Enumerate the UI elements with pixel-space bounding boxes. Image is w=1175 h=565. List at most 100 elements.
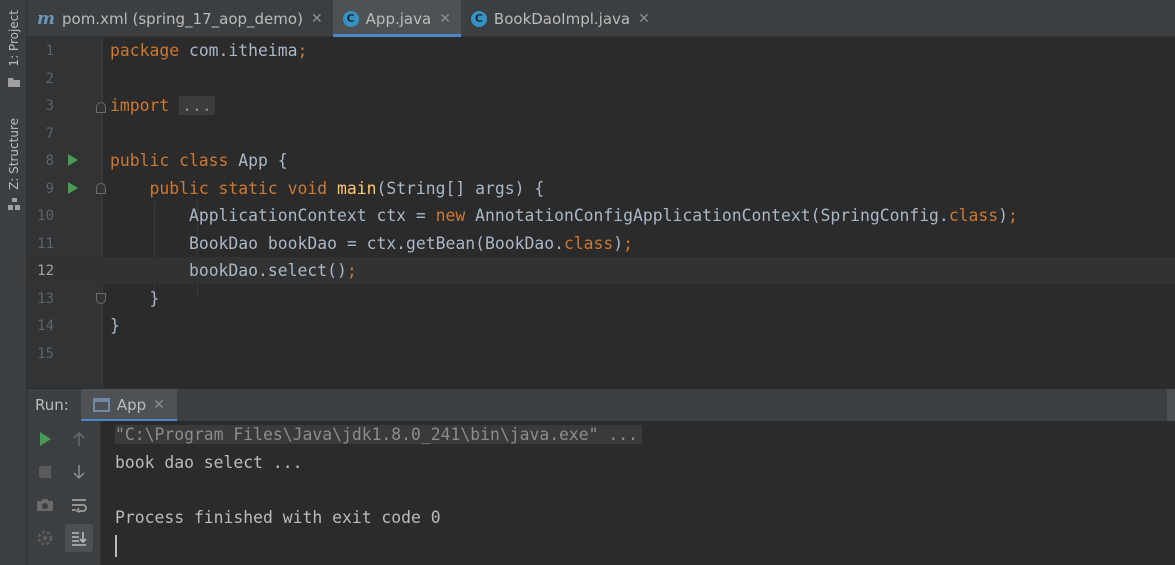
tab-app-java[interactable]: C App.java ✕ — [332, 0, 462, 37]
run-panel-header: Run: App ✕ — [27, 388, 1175, 422]
run-gutter-icon[interactable] — [68, 182, 78, 194]
code-token: import — [110, 96, 170, 115]
folder-icon — [7, 73, 21, 92]
code-token: package — [110, 41, 180, 60]
rerun-button[interactable] — [31, 425, 59, 453]
stop-button[interactable] — [31, 458, 59, 486]
scrollbar[interactable] — [1167, 389, 1175, 422]
code-line: 1 package com.itheima; — [27, 37, 1175, 64]
line-number: 2 — [45, 70, 54, 87]
line-number: 15 — [37, 345, 54, 362]
code-token: ; — [297, 41, 308, 60]
code-token: App { — [228, 151, 288, 170]
fold-icon[interactable] — [96, 183, 106, 194]
structure-tool-label: Z: Structure — [6, 118, 21, 190]
code-token: public static void — [149, 179, 328, 198]
code-line: 9 public static void main(String[] args)… — [27, 175, 1175, 202]
code-line: 15 — [27, 340, 1175, 367]
fold-icon[interactable] — [96, 293, 106, 304]
run-tab-app[interactable]: App ✕ — [80, 388, 177, 422]
code-token: ) — [613, 234, 624, 253]
code-editor[interactable]: 1 package com.itheima; 2 3 import ... 7 … — [27, 37, 1175, 388]
tab-label: App.java — [365, 9, 432, 28]
code-token: } — [110, 316, 120, 335]
soft-wrap-icon — [72, 499, 87, 513]
line-number: 7 — [45, 125, 54, 142]
code-token: ApplicationContext ctx = — [188, 206, 436, 225]
console-output[interactable]: "C:\Program Files\Java\jdk1.8.0_241\bin\… — [101, 421, 1175, 565]
project-tool-tab[interactable]: 1: Project — [0, 10, 27, 92]
code-line: 3 import ... — [27, 92, 1175, 119]
tab-label: pom.xml (spring_17_aop_demo) — [62, 9, 303, 28]
close-icon[interactable]: ✕ — [439, 11, 451, 27]
close-icon[interactable]: ✕ — [153, 397, 165, 413]
project-tool-label: 1: Project — [6, 10, 21, 67]
run-panel-title: Run: — [35, 396, 69, 414]
settings-button[interactable] — [31, 524, 59, 552]
scroll-to-end-button[interactable] — [65, 524, 93, 552]
code-token: bookDao.select() — [188, 261, 347, 280]
run-gutter-icon[interactable] — [68, 154, 78, 166]
close-icon[interactable]: ✕ — [311, 11, 323, 27]
code-token: main — [327, 179, 377, 198]
code-token: ; — [623, 234, 634, 253]
console-command-line[interactable]: "C:\Program Files\Java\jdk1.8.0_241\bin\… — [115, 425, 643, 444]
console-line: book dao select ... — [115, 453, 303, 472]
arrow-down-icon — [73, 465, 85, 480]
close-icon[interactable]: ✕ — [638, 11, 650, 27]
soft-wrap-button[interactable] — [65, 491, 93, 519]
line-number: 12 — [37, 262, 54, 279]
code-line: 8 public class App { — [27, 147, 1175, 174]
java-class-icon: C — [470, 10, 487, 27]
line-number: 9 — [45, 180, 54, 197]
code-line: 10 ApplicationContext ctx = new Annotati… — [27, 202, 1175, 229]
code-line: 13 } — [27, 285, 1175, 312]
gear-icon — [37, 530, 53, 546]
code-token: AnnotationConfigApplicationContext(Sprin… — [465, 206, 949, 225]
folded-imports[interactable]: ... — [179, 96, 215, 115]
code-token: public class — [110, 151, 229, 170]
camera-icon — [37, 499, 53, 511]
code-line: 11 BookDao bookDao = ctx.getBean(BookDao… — [27, 230, 1175, 257]
scroll-down-button[interactable] — [65, 458, 93, 486]
java-class-run-icon: C — [342, 10, 359, 27]
scroll-to-end-icon — [72, 532, 87, 546]
structure-tool-tab[interactable]: Z: Structure — [0, 118, 27, 215]
tab-bookdaoimpl-java[interactable]: C BookDaoImpl.java ✕ — [461, 0, 660, 37]
code-line: 14 } — [27, 312, 1175, 339]
code-token: (String[] args) { — [376, 179, 545, 198]
code-token: new — [435, 206, 466, 225]
code-token: } — [149, 289, 160, 308]
tab-pom-xml[interactable]: m pom.xml (spring_17_aop_demo) ✕ — [27, 0, 333, 37]
run-tab-label: App — [116, 396, 147, 414]
scroll-up-button[interactable] — [65, 425, 93, 453]
text-caret — [115, 535, 117, 557]
dump-threads-button[interactable] — [31, 491, 59, 519]
code-token: ) — [998, 206, 1009, 225]
line-number: 14 — [37, 317, 54, 334]
run-toolbar — [27, 421, 101, 565]
tab-label: BookDaoImpl.java — [493, 9, 631, 28]
code-token: com.itheima — [179, 41, 298, 60]
line-number: 1 — [45, 42, 54, 59]
stop-icon — [39, 466, 51, 478]
code-token: ; — [346, 261, 357, 280]
editor-tab-bar: m pom.xml (spring_17_aop_demo) ✕ C App.j… — [27, 0, 1175, 37]
play-icon — [40, 432, 51, 446]
line-number: 11 — [37, 235, 54, 252]
console-icon — [92, 398, 110, 412]
code-line: 2 — [27, 65, 1175, 92]
code-line-current: 12 bookDao.select(); — [27, 257, 1175, 284]
code-line: 7 — [27, 120, 1175, 147]
line-number: 3 — [45, 97, 54, 114]
line-number: 13 — [37, 290, 54, 307]
code-token: ; — [1008, 206, 1018, 225]
code-token: class — [563, 234, 614, 253]
arrow-up-icon — [73, 431, 85, 446]
fold-icon[interactable] — [96, 102, 106, 113]
code-token: class — [948, 206, 999, 225]
structure-icon — [7, 196, 21, 215]
line-number: 8 — [45, 152, 54, 169]
maven-m-icon: m — [37, 8, 55, 29]
line-number: 10 — [37, 207, 54, 224]
